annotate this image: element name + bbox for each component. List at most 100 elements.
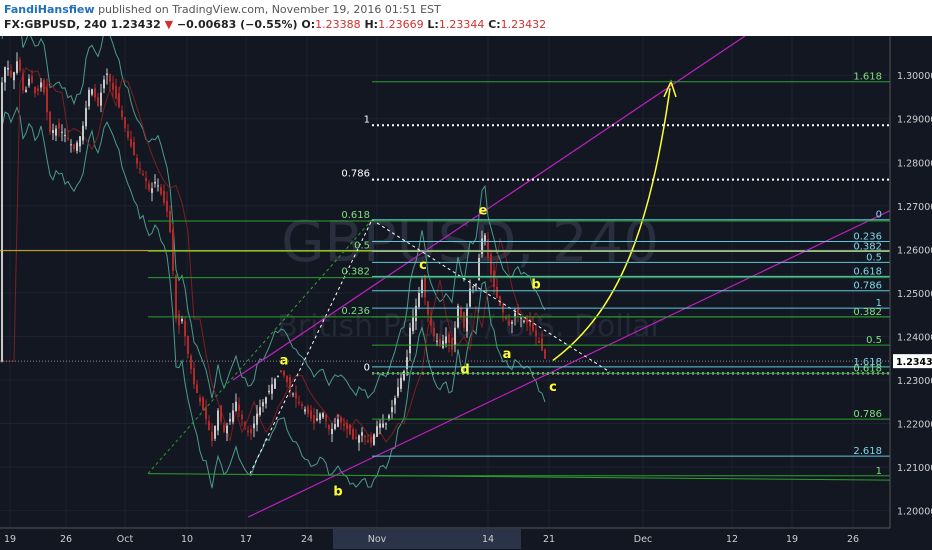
time-tick-label: Dec: [634, 534, 652, 545]
candle-body: [16, 61, 18, 73]
candle-body: [163, 191, 165, 203]
candle-body: [295, 392, 297, 399]
candle-body: [22, 73, 24, 91]
candle-body: [34, 86, 36, 94]
candle-body: [520, 317, 522, 319]
candle-body: [142, 173, 144, 175]
candle-body: [76, 142, 78, 151]
candle-body: [418, 292, 420, 307]
author-link[interactable]: FandiHansfiew: [4, 3, 95, 16]
time-tick-label: 21: [543, 534, 555, 545]
candle-body: [100, 92, 102, 106]
candle-body: [211, 432, 213, 441]
published-text: published on TradingView.com, November 1…: [98, 3, 441, 16]
price-tick-label: 1.29000: [897, 115, 932, 126]
candle-body: [460, 307, 462, 317]
last-price-tag-text: 1.23432: [896, 357, 932, 368]
high-value: 1.23669: [378, 18, 424, 31]
candle-body: [361, 432, 363, 436]
candle-body: [298, 402, 300, 404]
candle-body: [349, 424, 351, 435]
candle-body: [538, 340, 540, 343]
candle-body: [262, 402, 264, 407]
candle-body: [118, 93, 120, 108]
candle-body: [301, 404, 303, 407]
candle-body: [340, 417, 342, 423]
fib-level-label: 0.618: [341, 210, 370, 221]
price-tick-label: 1.23000: [897, 376, 932, 387]
candle-body: [55, 128, 57, 136]
candle-body: [199, 397, 201, 402]
time-tick-label: 26: [847, 534, 859, 545]
candle-body: [97, 97, 99, 106]
price-tick-label: 1.27000: [897, 202, 932, 213]
candle-body: [532, 323, 534, 331]
last-price: 1.23432: [110, 18, 161, 31]
candle-body: [181, 319, 183, 322]
candle-body: [391, 407, 393, 413]
candle-body: [409, 327, 411, 354]
fib-level-label: 1: [364, 114, 370, 125]
candle-body: [367, 440, 369, 443]
candle-body: [58, 123, 60, 129]
candle-body: [1, 82, 3, 362]
candle-body: [511, 321, 513, 324]
wave-label: c: [419, 258, 427, 273]
candle-body: [541, 338, 543, 351]
candle-body: [412, 316, 414, 332]
candle-body: [331, 428, 333, 435]
candle-body: [43, 79, 45, 93]
symbol-label[interactable]: FX:GBPUSD, 240: [4, 18, 107, 31]
candle-body: [265, 397, 267, 404]
candle-body: [70, 144, 72, 146]
candle-body: [139, 168, 141, 170]
fib-level-label: 0.382: [341, 267, 370, 278]
candle-body: [49, 111, 51, 132]
candle-body: [61, 131, 63, 133]
candle-body: [466, 308, 468, 332]
candle-body: [94, 88, 96, 98]
candle-body: [397, 387, 399, 397]
fib-level-label: 0.5: [866, 335, 882, 346]
candle-body: [283, 371, 285, 376]
candle-body: [88, 89, 90, 107]
candle-body: [37, 88, 39, 92]
candle-body: [463, 311, 465, 328]
fib-level-label: 0.382: [853, 242, 882, 253]
candle-body: [535, 330, 537, 337]
time-tick-label: 12: [726, 534, 738, 545]
candle-body: [166, 200, 168, 212]
candle-body: [388, 415, 390, 419]
candle-body: [472, 286, 474, 288]
candle-body: [280, 370, 282, 373]
candle-body: [208, 421, 210, 431]
candle-body: [124, 117, 126, 129]
price-chart[interactable]: GBPUSD, 240 British Pound / U.S. Dollar …: [0, 36, 932, 550]
candle-body: [112, 82, 114, 90]
candle-body: [307, 406, 309, 414]
time-tick-label: 24: [301, 534, 313, 545]
fib-level-label: 0.786: [341, 169, 370, 180]
candle-body: [244, 421, 246, 426]
wave-label: a: [503, 347, 512, 362]
candle-body: [220, 405, 222, 422]
candle-body: [160, 187, 162, 195]
candle-body: [358, 435, 360, 443]
candle-body: [31, 75, 33, 83]
time-axis[interactable]: 19 26 Oct 10 17 24 Nov 14 21 Dec 12 19 26: [0, 527, 932, 550]
candle-body: [268, 390, 270, 393]
watermark-description: British Pound / U.S. Dollar: [277, 309, 663, 344]
candle-body: [376, 426, 378, 437]
candle-body: [64, 135, 66, 137]
candle-body: [193, 368, 195, 385]
low-value: 1.23344: [438, 18, 485, 31]
candle-body: [469, 288, 471, 307]
candle-body: [184, 320, 186, 337]
fib-level-label: 0: [364, 362, 370, 373]
candle-body: [424, 275, 426, 298]
candle-body: [25, 89, 27, 93]
candle-body: [400, 377, 402, 389]
candle-body: [286, 375, 288, 383]
open-label: O:: [301, 18, 316, 31]
candle-body: [133, 142, 135, 156]
